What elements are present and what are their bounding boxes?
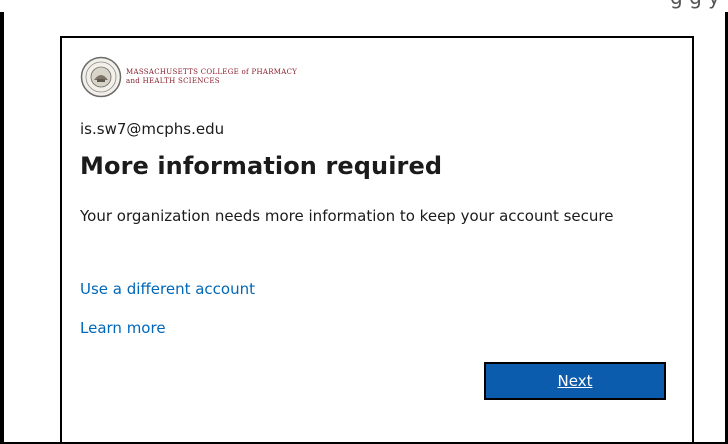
cropped-text: g g y (670, 0, 720, 9)
use-different-account-link[interactable]: Use a different account (80, 280, 255, 298)
page-title: More information required (80, 152, 443, 180)
college-seal-icon (80, 56, 122, 98)
description-text: Your organization needs more information… (80, 207, 614, 225)
sign-in-dialog: MASSACHUSETTS COLLEGE of PHARMACY and HE… (60, 36, 694, 444)
next-button[interactable]: Next (484, 362, 666, 400)
logo-line-2: and HEALTH SCIENCES (126, 77, 220, 85)
organization-logo: MASSACHUSETTS COLLEGE of PHARMACY and HE… (80, 56, 297, 98)
learn-more-link[interactable]: Learn more (80, 319, 166, 337)
logo-wordmark: MASSACHUSETTS COLLEGE of PHARMACY and HE… (126, 68, 297, 86)
account-email: is.sw7@mcphs.edu (80, 120, 225, 138)
top-cropped-text-strip: g g y (0, 0, 728, 12)
logo-line-1: MASSACHUSETTS COLLEGE of PHARMACY (126, 68, 298, 76)
